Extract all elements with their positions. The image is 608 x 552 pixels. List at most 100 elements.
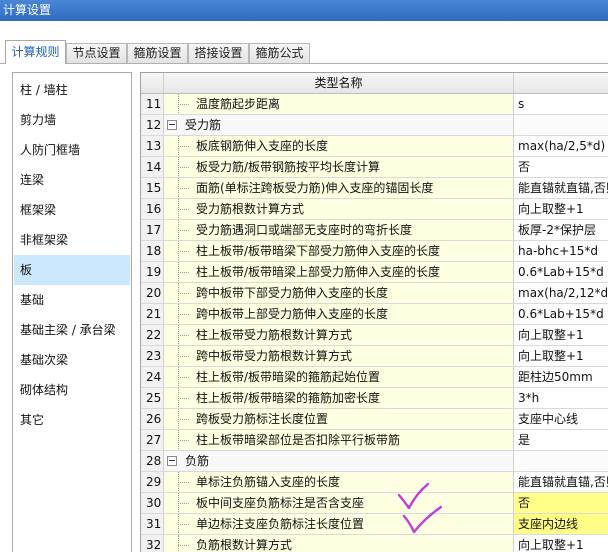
collapse-icon[interactable]	[167, 456, 177, 466]
setting-value[interactable]: 0.6*Lab+15*d	[514, 304, 608, 324]
setting-value[interactable]: 向上取整+1	[514, 199, 608, 219]
tab-lap-settings[interactable]: 搭接设置	[188, 43, 249, 63]
row-number: 23	[141, 346, 164, 366]
table-row[interactable]: 17 受力筋遇洞口或端部无支座时的弯折长度 板厚-2*保护层	[141, 220, 608, 241]
table-row[interactable]: 19 柱上板带/板带暗梁上部受力筋伸入支座的长度 0.6*Lab+15*d	[141, 262, 608, 283]
sidebar-item-masonry[interactable]: 砌体结构	[14, 375, 130, 405]
tab-stirrup-formula[interactable]: 箍筋公式	[249, 43, 310, 63]
table-row[interactable]: 32 负筋根数计算方式 向上取整+1	[141, 535, 608, 552]
setting-name: 面筋(单标注跨板受力筋)伸入支座的锚固长度	[196, 181, 434, 195]
setting-value[interactable]: 是	[514, 430, 608, 450]
header-type-name: 类型名称	[164, 73, 514, 93]
table-header: 类型名称	[141, 73, 608, 94]
setting-value[interactable]: ha-bhc+15*d	[514, 241, 608, 261]
row-number: 24	[141, 367, 164, 387]
collapse-icon[interactable]	[167, 120, 177, 130]
setting-value[interactable]: 0.6*Lab+15*d	[514, 262, 608, 282]
table-row[interactable]: 21 跨中板带上部受力筋伸入支座的长度 0.6*Lab+15*d	[141, 304, 608, 325]
tab-stirrup-settings[interactable]: 箍筋设置	[127, 43, 188, 63]
table-row[interactable]: 23 跨中板带受力筋根数计算方式 向上取整+1	[141, 346, 608, 367]
group-row[interactable]: 28 负筋	[141, 451, 608, 472]
setting-name-cell: 受力筋遇洞口或端部无支座时的弯折长度	[164, 220, 514, 240]
setting-value[interactable]: 距柱边50mm	[514, 367, 608, 387]
setting-value[interactable]: 支座内边线	[514, 514, 608, 534]
setting-value[interactable]: s	[514, 94, 608, 114]
setting-value[interactable]: max(ha/2,12*d)	[514, 283, 608, 303]
setting-value[interactable]: 向上取整+1	[514, 346, 608, 366]
sidebar-item-column[interactable]: 柱 / 墙柱	[14, 75, 130, 105]
row-number: 21	[141, 304, 164, 324]
title-bar: 计算设置	[0, 0, 608, 21]
row-number: 17	[141, 220, 164, 240]
table-row[interactable]: 22 柱上板带受力筋根数计算方式 向上取整+1	[141, 325, 608, 346]
setting-name-cell: 负筋根数计算方式	[164, 535, 514, 552]
row-number: 29	[141, 472, 164, 492]
setting-value[interactable]: 否	[514, 157, 608, 177]
table-row[interactable]: 30 板中间支座负筋标注是否含支座 否	[141, 493, 608, 514]
sidebar-item-foundation[interactable]: 基础	[14, 285, 130, 315]
table-row[interactable]: 26 跨板受力筋标注长度位置 支座中心线	[141, 409, 608, 430]
table-row[interactable]: 24 柱上板带/板带暗梁的箍筋起始位置 距柱边50mm	[141, 367, 608, 388]
sidebar-item-foundation-main-beam[interactable]: 基础主梁 / 承台梁	[14, 315, 130, 345]
table-row[interactable]: 14 板受力筋/板带钢筋按平均长度计算 否	[141, 157, 608, 178]
setting-value[interactable]: 向上取整+1	[514, 325, 608, 345]
group-cell: 负筋	[164, 451, 514, 471]
setting-name-cell: 板受力筋/板带钢筋按平均长度计算	[164, 157, 514, 177]
setting-value[interactable]: 能直锚就直锚,否则	[514, 178, 608, 198]
sidebar-item-civil-defense-door-frame-wall[interactable]: 人防门框墙	[14, 135, 130, 165]
setting-name: 跨中板带受力筋根数计算方式	[196, 349, 353, 363]
setting-name-cell: 板中间支座负筋标注是否含支座	[164, 493, 514, 513]
table-row[interactable]: 11 温度筋起步距离 s	[141, 94, 608, 115]
table-row[interactable]: 29 单标注负筋锚入支座的长度 能直锚就直锚,否则	[141, 472, 608, 493]
setting-name: 受力筋遇洞口或端部无支座时的弯折长度	[196, 223, 413, 237]
sidebar-item-foundation-secondary-beam[interactable]: 基础次梁	[14, 345, 130, 375]
setting-value[interactable]: 否	[514, 493, 608, 513]
sidebar-item-shear-wall[interactable]: 剪力墙	[14, 105, 130, 135]
setting-name: 板底钢筋伸入支座的长度	[196, 139, 329, 153]
table-row[interactable]: 31 单边标注支座负筋标注长度位置 支座内边线	[141, 514, 608, 535]
tab-bar: 计算规则 节点设置 箍筋设置 搭接设置 箍筋公式	[0, 40, 608, 64]
setting-value[interactable]: 向上取整+1	[514, 535, 608, 552]
setting-name: 柱上板带/板带暗梁的箍筋起始位置	[196, 370, 381, 384]
sidebar-item-slab[interactable]: 板	[14, 255, 130, 285]
setting-name-cell: 柱上板带/板带暗梁上部受力筋伸入支座的长度	[164, 262, 514, 282]
row-number: 31	[141, 514, 164, 534]
setting-name-cell: 受力筋根数计算方式	[164, 199, 514, 219]
sidebar-item-coupling-beam[interactable]: 连梁	[14, 165, 130, 195]
row-number: 19	[141, 262, 164, 282]
table-row[interactable]: 16 受力筋根数计算方式 向上取整+1	[141, 199, 608, 220]
setting-value[interactable]: max(ha/2,5*d)	[514, 136, 608, 156]
setting-value	[514, 115, 608, 135]
setting-value[interactable]: 3*h	[514, 388, 608, 408]
row-number: 27	[141, 430, 164, 450]
table-body: 11 温度筋起步距离 s 12 受力筋 13 板底钢筋伸入支座的长度 max(ha/2,5*d…	[141, 94, 608, 552]
table-row[interactable]: 15 面筋(单标注跨板受力筋)伸入支座的锚固长度 能直锚就直锚,否则	[141, 178, 608, 199]
row-number: 20	[141, 283, 164, 303]
sidebar-item-non-frame-beam[interactable]: 非框架梁	[14, 225, 130, 255]
setting-name: 柱上板带受力筋根数计算方式	[196, 328, 353, 342]
table-row[interactable]: 27 柱上板带暗梁部位是否扣除平行板带筋 是	[141, 430, 608, 451]
setting-name: 柱上板带/板带暗梁下部受力筋伸入支座的长度	[196, 244, 441, 258]
row-number: 22	[141, 325, 164, 345]
tab-node-settings[interactable]: 节点设置	[66, 43, 127, 63]
setting-value[interactable]: 支座中心线	[514, 409, 608, 429]
setting-name-cell: 跨中板带上部受力筋伸入支座的长度	[164, 304, 514, 324]
setting-name-cell: 跨中板带下部受力筋伸入支座的长度	[164, 283, 514, 303]
table-row[interactable]: 13 板底钢筋伸入支座的长度 max(ha/2,5*d)	[141, 136, 608, 157]
group-cell: 受力筋	[164, 115, 514, 135]
table-row[interactable]: 20 跨中板带下部受力筋伸入支座的长度 max(ha/2,12*d)	[141, 283, 608, 304]
group-row[interactable]: 12 受力筋	[141, 115, 608, 136]
setting-value[interactable]: 能直锚就直锚,否则	[514, 472, 608, 492]
sidebar-item-other[interactable]: 其它	[14, 405, 130, 435]
tab-calc-rules[interactable]: 计算规则	[5, 40, 66, 64]
table-row[interactable]: 18 柱上板带/板带暗梁下部受力筋伸入支座的长度 ha-bhc+15*d	[141, 241, 608, 262]
sidebar-item-frame-beam[interactable]: 框架梁	[14, 195, 130, 225]
setting-value[interactable]: 板厚-2*保护层	[514, 220, 608, 240]
table-row[interactable]: 25 柱上板带/板带暗梁的箍筋加密长度 3*h	[141, 388, 608, 409]
setting-name: 柱上板带/板带暗梁上部受力筋伸入支座的长度	[196, 265, 441, 279]
setting-name: 受力筋根数计算方式	[196, 202, 305, 216]
row-number: 25	[141, 388, 164, 408]
group-label: 负筋	[185, 454, 210, 468]
window-title: 计算设置	[3, 3, 52, 17]
setting-name-cell: 柱上板带/板带暗梁的箍筋起始位置	[164, 367, 514, 387]
